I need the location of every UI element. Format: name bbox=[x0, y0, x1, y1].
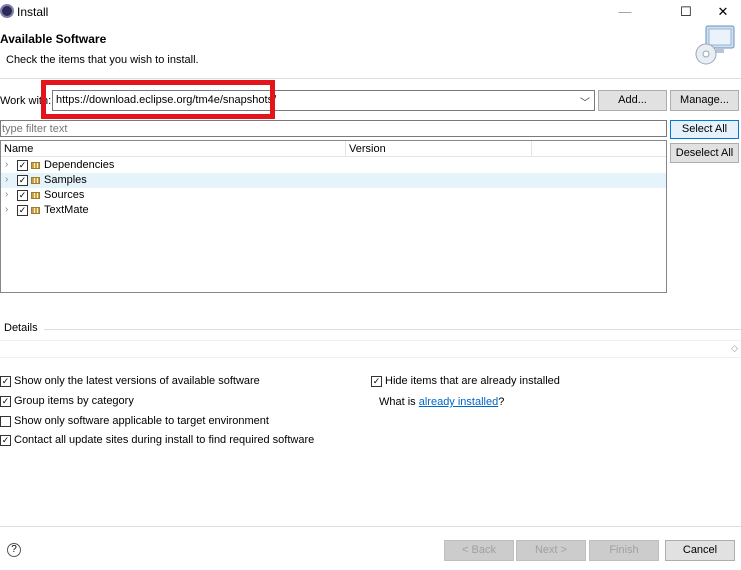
tree-row-label: Sources bbox=[44, 189, 85, 201]
checkbox[interactable]: ✓ bbox=[371, 376, 382, 387]
tree-row-label: Samples bbox=[44, 174, 87, 186]
eclipse-icon bbox=[0, 4, 14, 18]
chevron-right-icon[interactable]: › bbox=[5, 174, 8, 185]
filter-input[interactable] bbox=[0, 120, 667, 137]
software-tree[interactable]: Name Version › ✓ Dependencies › ✓ Sample… bbox=[0, 140, 667, 293]
tree-row[interactable]: › ✓ Dependencies bbox=[1, 158, 666, 173]
install-wizard-icon bbox=[695, 25, 735, 65]
window-title: Install bbox=[17, 5, 49, 19]
category-icon bbox=[31, 207, 40, 214]
back-button[interactable]: < Back bbox=[444, 540, 514, 561]
tree-row-label: Dependencies bbox=[44, 159, 115, 171]
what-installed-text: What is already installed? bbox=[379, 396, 504, 408]
add-button[interactable]: Add... bbox=[598, 90, 667, 111]
details-separator bbox=[44, 329, 741, 330]
checkbox[interactable] bbox=[0, 416, 11, 427]
details-text-area[interactable]: ◇ bbox=[0, 340, 741, 358]
header-separator bbox=[0, 78, 741, 79]
contact-sites-option[interactable]: ✓ Contact all update sites during instal… bbox=[0, 434, 340, 448]
what-suffix: ? bbox=[498, 396, 505, 408]
checkbox[interactable]: ✓ bbox=[17, 205, 28, 216]
tree-row[interactable]: › ✓ TextMate bbox=[1, 203, 666, 218]
checkbox[interactable]: ✓ bbox=[17, 160, 28, 171]
chevron-right-icon[interactable]: › bbox=[5, 189, 8, 200]
option-label: Show only the latest versions of availab… bbox=[14, 375, 260, 387]
page-title: Available Software bbox=[0, 32, 107, 46]
title-bar: Install — ☐ ✕ bbox=[0, 0, 741, 24]
column-name[interactable]: Name bbox=[4, 143, 33, 155]
what-prefix: What is bbox=[379, 396, 419, 408]
deselect-all-button[interactable]: Deselect All bbox=[670, 143, 739, 163]
option-label: Contact all update sites during install … bbox=[14, 434, 315, 446]
category-icon bbox=[31, 192, 40, 199]
chevron-right-icon[interactable]: › bbox=[5, 159, 8, 170]
cancel-button[interactable]: Cancel bbox=[665, 540, 735, 561]
page-description: Check the items that you wish to install… bbox=[6, 54, 199, 66]
details-label: Details bbox=[4, 322, 38, 334]
manage-button[interactable]: Manage... bbox=[670, 90, 739, 111]
category-icon bbox=[31, 177, 40, 184]
chevron-down-icon[interactable]: ﹀ bbox=[580, 94, 590, 109]
minimize-button[interactable]: — bbox=[602, 0, 648, 24]
column-divider[interactable] bbox=[345, 141, 346, 157]
select-all-button[interactable]: Select All bbox=[670, 120, 739, 139]
highlight-box bbox=[41, 80, 275, 119]
already-installed-link[interactable]: already installed bbox=[419, 396, 499, 408]
checkbox[interactable]: ✓ bbox=[17, 175, 28, 186]
group-by-category-option[interactable]: ✓ Group items by category bbox=[0, 395, 200, 409]
scroll-arrows-icon[interactable]: ◇ bbox=[731, 343, 738, 354]
category-icon bbox=[31, 162, 40, 169]
option-label: Show only software applicable to target … bbox=[14, 415, 269, 427]
tree-row[interactable]: › ✓ Samples bbox=[1, 173, 666, 188]
checkbox[interactable]: ✓ bbox=[0, 435, 11, 446]
tree-row-label: TextMate bbox=[44, 204, 89, 216]
tree-header: Name Version bbox=[1, 141, 666, 157]
chevron-right-icon[interactable]: › bbox=[5, 204, 8, 215]
help-icon[interactable]: ? bbox=[7, 543, 21, 557]
option-label: Hide items that are already installed bbox=[385, 375, 560, 387]
checkbox[interactable]: ✓ bbox=[0, 376, 11, 387]
target-environment-option[interactable]: Show only software applicable to target … bbox=[0, 415, 300, 429]
column-divider[interactable] bbox=[531, 141, 532, 157]
footer-separator bbox=[0, 526, 741, 527]
checkbox[interactable]: ✓ bbox=[17, 190, 28, 201]
finish-button[interactable]: Finish bbox=[589, 540, 659, 561]
close-button[interactable]: ✕ bbox=[700, 0, 741, 24]
column-version[interactable]: Version bbox=[349, 143, 386, 155]
latest-versions-option[interactable]: ✓ Show only the latest versions of avail… bbox=[0, 375, 300, 389]
hide-installed-option[interactable]: ✓ Hide items that are already installed bbox=[371, 375, 571, 389]
tree-row[interactable]: › ✓ Sources bbox=[1, 188, 666, 203]
option-label: Group items by category bbox=[14, 395, 134, 407]
checkbox[interactable]: ✓ bbox=[0, 396, 11, 407]
next-button[interactable]: Next > bbox=[516, 540, 586, 561]
